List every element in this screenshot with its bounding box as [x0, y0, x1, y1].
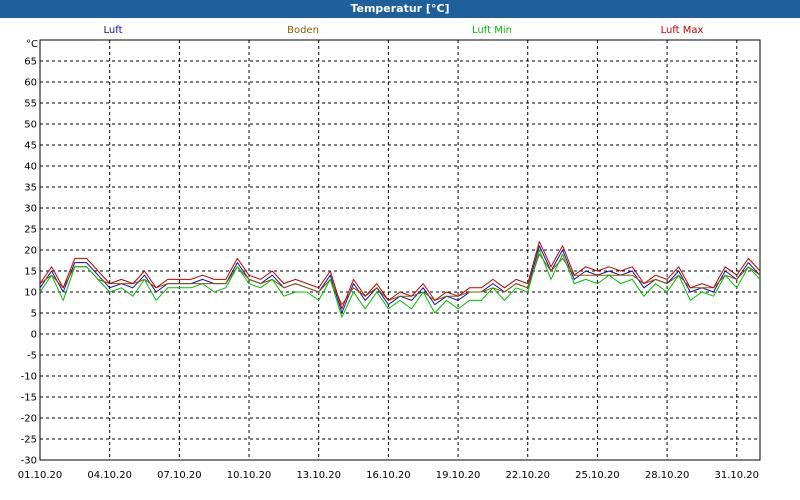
y-tick-label: -20	[21, 414, 37, 425]
legend-item-boden: Boden	[287, 25, 319, 36]
y-tick-label: 55	[24, 99, 37, 110]
y-tick-label: 25	[24, 225, 37, 236]
y-tick-label: 5	[31, 309, 37, 320]
temperature-chart: 65605550454035302520151050-5-10-15-20-25…	[18, 39, 761, 481]
x-tick-label: 10.10.20	[227, 470, 272, 481]
x-tick-label: 13.10.20	[296, 470, 341, 481]
y-tick-label: 15	[24, 267, 37, 278]
x-tick-label: 07.10.20	[157, 470, 202, 481]
y-tick-label: -30	[21, 456, 37, 467]
y-tick-label: 60	[24, 78, 37, 89]
x-tick-label: 22.10.20	[505, 470, 550, 481]
y-tick-label: -25	[21, 435, 37, 446]
legend-item-luft-max: Luft Max	[660, 25, 704, 36]
y-tick-label: 0	[31, 330, 37, 341]
x-tick-label: 04.10.20	[87, 470, 132, 481]
y-tick-label: 65	[24, 57, 37, 68]
y-tick-label: -10	[21, 372, 37, 383]
x-tick-label: 31.10.20	[715, 470, 760, 481]
x-tick-label: 16.10.20	[366, 470, 411, 481]
series-line-luft-max	[39, 241, 761, 310]
y-tick-label: -5	[27, 351, 37, 362]
x-tick-label: 01.10.20	[18, 470, 63, 481]
y-tick-label: 35	[24, 183, 37, 194]
chart-window: Temperatur [°C] 65 60 55 50 45 40 35 30 25 20 15 10…	[0, 0, 800, 500]
y-axis-unit: °C	[26, 39, 38, 50]
y-tick-label: 20	[24, 246, 37, 257]
y-tick-label: 50	[24, 120, 37, 131]
y-tick-label: 40	[24, 162, 37, 173]
y-tick-label: 45	[24, 141, 37, 152]
x-tick-label: 19.10.20	[436, 470, 481, 481]
series-line-luft-min	[39, 249, 761, 318]
y-tick-label: 10	[24, 288, 37, 299]
y-tick-label: 30	[24, 204, 37, 215]
x-tick-label: 28.10.20	[645, 470, 690, 481]
series-line-luft	[39, 245, 761, 314]
legend-item-luft-min: Luft Min	[472, 25, 512, 36]
y-tick-label: -15	[21, 393, 37, 404]
legend-item-luft: Luft	[103, 25, 123, 36]
x-tick-label: 25.10.20	[575, 470, 620, 481]
